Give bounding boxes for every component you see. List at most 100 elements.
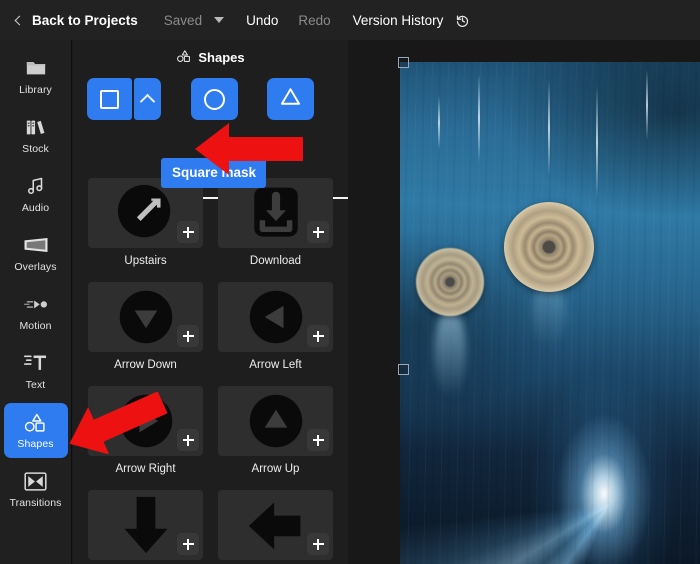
arrow-pointing-to-shapes-tab [63, 391, 169, 459]
circle-arrow-left-icon [246, 287, 306, 347]
rain-streak [438, 96, 440, 150]
undo-button[interactable]: Undo [246, 13, 278, 28]
shape-thumbnail[interactable] [88, 490, 203, 560]
motion-icon [23, 293, 48, 315]
bent-arrow-left-icon [246, 495, 306, 555]
plus-icon[interactable] [177, 429, 199, 451]
undo-label: Undo [246, 12, 279, 28]
shape-item-arrow-up: Arrow Up [218, 386, 333, 490]
shape-thumbnail[interactable] [88, 178, 203, 248]
sidebar-item-overlays[interactable]: Overlays [4, 226, 68, 281]
sidebar-item-label: Overlays [14, 261, 57, 273]
shape-item-label: Download [249, 255, 302, 267]
shapes-grid: Upstairs Download Arrow Down Arrow Left … [73, 178, 348, 564]
shape-item-bold-arrow-down [88, 490, 203, 564]
shape-item-label: Arrow Up [251, 463, 300, 475]
mask-shape-button-row [73, 68, 348, 120]
books-icon [25, 116, 47, 138]
selection-handle-top-left[interactable] [398, 57, 409, 68]
square-outline-icon [100, 89, 119, 109]
music-note-icon [25, 175, 47, 197]
arrow-pointing-to-square-mask [193, 120, 305, 183]
circle-outline-icon [204, 88, 225, 110]
sidebar-item-label: Shapes [17, 438, 54, 450]
plus-icon[interactable] [307, 221, 329, 243]
folder-icon [25, 57, 47, 79]
triangle-outline-icon [279, 86, 302, 112]
redo-label: Redo [298, 12, 331, 28]
sidebar-item-shapes[interactable]: Shapes [3, 403, 68, 458]
shape-item-label: Arrow Left [249, 359, 302, 371]
download-icon [247, 184, 305, 242]
video-editor-window: Back to Projects Saved Undo Redo Version… [0, 0, 700, 564]
sidebar-item-motion[interactable]: Motion [4, 285, 68, 340]
shape-item-label: Arrow Down [114, 359, 177, 371]
version-history-button[interactable]: Version History [353, 13, 471, 28]
text-icon [24, 352, 47, 374]
casing-motion-trail [434, 308, 466, 398]
sidebar-item-stock[interactable]: Stock [4, 108, 68, 163]
square-mask-button[interactable] [87, 78, 132, 120]
shape-thumbnail[interactable] [218, 282, 333, 352]
shape-item-arrow-down: Arrow Down [88, 282, 203, 386]
plus-icon[interactable] [307, 533, 329, 555]
shape-thumbnail[interactable] [218, 386, 333, 456]
square-mask-dropdown-toggle[interactable] [134, 78, 161, 120]
plus-icon[interactable] [177, 533, 199, 555]
sidebar-item-label: Transitions [9, 497, 62, 509]
caret-down-icon [214, 17, 225, 23]
sidebar-item-label: Library [19, 84, 52, 96]
page-title: Shapes [198, 49, 245, 65]
panel-title-bar: Shapes [73, 40, 348, 68]
plus-icon[interactable] [307, 429, 329, 451]
video-preview[interactable] [400, 62, 700, 564]
left-sidebar: Library Stock Audio Overlays Motion Text… [0, 40, 72, 564]
circle-mask-button[interactable] [191, 78, 238, 120]
save-dropdown-button[interactable] [214, 17, 225, 23]
plus-icon[interactable] [177, 221, 199, 243]
upstairs-arrow-icon [115, 182, 177, 244]
bold-arrow-down-icon [116, 495, 176, 555]
shape-thumbnail[interactable] [218, 490, 333, 560]
sidebar-item-audio[interactable]: Audio [4, 167, 68, 222]
plus-icon[interactable] [307, 325, 329, 347]
rain-streak [548, 80, 550, 176]
sidebar-item-text[interactable]: Text [4, 344, 68, 399]
shape-item-download: Download [218, 178, 333, 282]
shape-item-arrow-left: Arrow Left [218, 282, 333, 386]
bullet-casing [504, 202, 594, 292]
back-to-projects-label: Back to Projects [32, 12, 138, 28]
saved-status: Saved [164, 13, 202, 28]
shape-thumbnail[interactable] [218, 178, 333, 248]
shape-item-label: Arrow Right [115, 463, 176, 475]
sidebar-item-label: Motion [19, 320, 52, 332]
shapes-icon [23, 411, 48, 433]
bullet-casing [416, 248, 484, 316]
saved-label: Saved [163, 12, 203, 28]
square-mask-split-button [87, 78, 161, 120]
chevron-left-icon [14, 15, 25, 25]
rain-streak [596, 86, 598, 198]
shape-item-bent-arrow-left [218, 490, 333, 564]
back-to-projects-button[interactable]: Back to Projects [14, 12, 138, 28]
shape-thumbnail[interactable] [88, 282, 203, 352]
sidebar-item-label: Text [25, 379, 46, 391]
plus-icon[interactable] [177, 325, 199, 347]
rain-streak [478, 74, 480, 162]
triangle-mask-button[interactable] [267, 78, 314, 120]
transitions-icon [24, 470, 47, 492]
shape-item-upstairs: Upstairs [88, 178, 203, 282]
version-history-label: Version History [352, 12, 444, 28]
sidebar-item-library[interactable]: Library [4, 49, 68, 104]
shapes-icon [176, 49, 192, 66]
sidebar-item-transitions[interactable]: Transitions [4, 462, 68, 517]
circle-arrow-down-icon [116, 287, 176, 347]
selection-handle-middle-left[interactable] [398, 364, 409, 375]
rain-streak [646, 70, 648, 140]
chevron-up-icon [139, 93, 156, 109]
sidebar-item-label: Audio [21, 202, 50, 214]
overlay-icon [24, 234, 48, 256]
circle-arrow-up-icon [246, 391, 306, 451]
redo-button[interactable]: Redo [298, 13, 330, 28]
shape-item-label: Upstairs [124, 255, 167, 267]
